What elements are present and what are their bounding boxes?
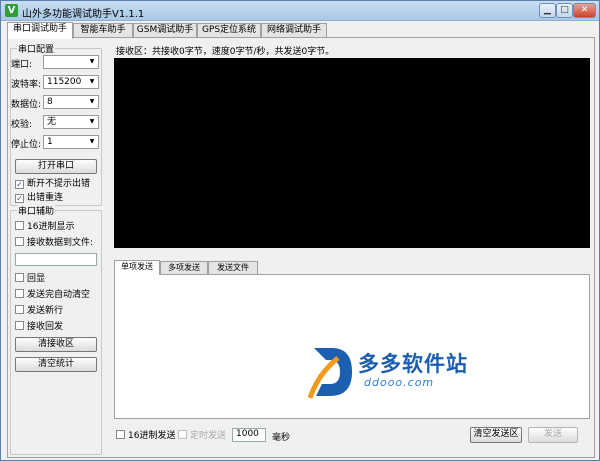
port-label: 端口: bbox=[11, 60, 33, 70]
send-button[interactable]: 发送 bbox=[528, 427, 578, 443]
hex-send-checkbox[interactable]: 16进制发送 bbox=[116, 430, 175, 442]
baud-select[interactable]: 115200 ▼ bbox=[43, 75, 99, 89]
auto-clear-checkbox[interactable]: 发送完自动清空 bbox=[15, 289, 90, 301]
checkbox-icon bbox=[116, 430, 125, 439]
port-select[interactable]: ▼ bbox=[43, 55, 99, 69]
serial-config-title: 串口配置 bbox=[17, 42, 56, 55]
clear-tx-button[interactable]: 清空发送区 bbox=[470, 427, 522, 443]
maximize-icon: □ bbox=[560, 5, 569, 15]
watermark-url: ddooo.com bbox=[364, 376, 435, 389]
title-bar: V 山外多功能调试助手V1.1.1 ▁ □ ✕ bbox=[1, 1, 599, 21]
tab-send-file[interactable]: 发送文件 bbox=[208, 261, 258, 274]
clear-rx-button[interactable]: 清接收区 bbox=[15, 337, 97, 352]
databits-select[interactable]: 8 ▼ bbox=[43, 95, 99, 109]
close-icon: ✕ bbox=[580, 5, 589, 15]
chevron-down-icon: ▼ bbox=[89, 118, 95, 125]
maximize-button[interactable]: □ bbox=[556, 3, 573, 18]
tab-single-send[interactable]: 单项发送 bbox=[114, 260, 160, 275]
watermark-text: 多多软件站 bbox=[358, 352, 468, 376]
checkbox-icon bbox=[178, 430, 187, 439]
no-error-prompt-checkbox[interactable]: ✓ 断开不提示出错 bbox=[15, 179, 90, 191]
serial-aux-group: 串口辅助 16进制显示 接收数据到文件: 回显 发送完自动清空 发送新行 接收回… bbox=[10, 204, 102, 455]
parity-value: 无 bbox=[47, 117, 57, 127]
tab-serial-debug[interactable]: 串口调试助手 bbox=[7, 22, 73, 39]
stopbits-value: 1 bbox=[47, 137, 53, 147]
checkbox-icon bbox=[15, 221, 24, 230]
serial-aux-title: 串口辅助 bbox=[17, 204, 56, 217]
clear-stats-button[interactable]: 清空统计 bbox=[15, 357, 97, 372]
stopbits-label: 停止位: bbox=[11, 140, 42, 150]
ddooo-logo-icon bbox=[308, 348, 352, 399]
echo-label: 回显 bbox=[27, 274, 46, 284]
open-port-button[interactable]: 打开串口 bbox=[15, 159, 97, 174]
parity-label: 校验: bbox=[11, 120, 33, 130]
app-window: V 山外多功能调试助手V1.1.1 ▁ □ ✕ 串口调试助手 智能车助手 GSM… bbox=[0, 0, 600, 461]
check-icon: ✓ bbox=[15, 194, 24, 203]
checkbox-icon bbox=[15, 273, 24, 282]
checkbox-icon bbox=[15, 237, 24, 246]
receive-status: 接收区：共接收0字节，速度0字节/秒，共发送0字节。 bbox=[116, 47, 335, 57]
echo-checkbox[interactable]: 回显 bbox=[15, 273, 45, 285]
reconnect-label: 出错重连 bbox=[27, 193, 64, 203]
stopbits-select[interactable]: 1 ▼ bbox=[43, 135, 99, 149]
databits-value: 8 bbox=[47, 97, 53, 107]
no-error-prompt-label: 断开不提示出错 bbox=[27, 179, 91, 189]
hex-display-label: 16进制显示 bbox=[27, 222, 75, 232]
serial-config-group: 串口配置 端口: ▼ 波特率: 115200 ▼ 数据位: 8 ▼ 校验: 无 … bbox=[10, 42, 102, 206]
watermark-logo: 多多软件站 ddooo.com bbox=[308, 344, 548, 404]
minimize-button[interactable]: ▁ bbox=[539, 3, 556, 18]
tab-multi-send[interactable]: 多项发送 bbox=[160, 261, 208, 274]
parity-select[interactable]: 无 ▼ bbox=[43, 115, 99, 129]
window-title: 山外多功能调试助手V1.1.1 bbox=[22, 9, 145, 20]
checkbox-icon bbox=[15, 321, 24, 330]
tab-gps-system[interactable]: GPS定位系统 bbox=[197, 23, 261, 38]
save-to-file-label: 接收数据到文件: bbox=[27, 238, 94, 248]
timed-send-label: 定时发送 bbox=[190, 431, 227, 441]
file-path-input[interactable] bbox=[15, 253, 97, 266]
chevron-down-icon: ▼ bbox=[89, 78, 95, 85]
auto-clear-label: 发送完自动清空 bbox=[27, 290, 91, 300]
databits-label: 数据位: bbox=[11, 100, 42, 110]
minimize-icon: ▁ bbox=[544, 5, 551, 15]
interval-input[interactable]: 1000 bbox=[232, 428, 266, 442]
serial-debug-panel: 串口配置 端口: ▼ 波特率: 115200 ▼ 数据位: 8 ▼ 校验: 无 … bbox=[7, 37, 595, 458]
save-to-file-checkbox[interactable]: 接收数据到文件: bbox=[15, 237, 93, 249]
chevron-down-icon: ▼ bbox=[89, 58, 95, 65]
chevron-down-icon: ▼ bbox=[89, 138, 95, 145]
timed-send-checkbox[interactable]: 定时发送 bbox=[178, 430, 226, 442]
send-newline-label: 发送新行 bbox=[27, 306, 64, 316]
chevron-down-icon: ▼ bbox=[89, 98, 95, 105]
receive-area[interactable] bbox=[114, 58, 590, 248]
checkbox-icon bbox=[15, 305, 24, 314]
check-icon: ✓ bbox=[15, 180, 24, 189]
baud-label: 波特率: bbox=[11, 80, 42, 90]
baud-value: 115200 bbox=[47, 77, 82, 87]
checkbox-icon bbox=[15, 289, 24, 298]
close-button[interactable]: ✕ bbox=[573, 3, 596, 18]
receive-reply-label: 接收回发 bbox=[27, 322, 64, 332]
hex-display-checkbox[interactable]: 16进制显示 bbox=[15, 221, 74, 233]
tab-gsm-debug[interactable]: GSM调试助手 bbox=[133, 23, 197, 38]
receive-reply-checkbox[interactable]: 接收回发 bbox=[15, 321, 63, 333]
interval-unit: 毫秒 bbox=[272, 433, 291, 443]
app-icon: V bbox=[5, 4, 18, 17]
tab-smart-car[interactable]: 智能车助手 bbox=[73, 23, 133, 38]
send-newline-checkbox[interactable]: 发送新行 bbox=[15, 305, 63, 317]
hex-send-label: 16进制发送 bbox=[128, 431, 176, 441]
tab-network-debug[interactable]: 网络调试助手 bbox=[261, 23, 327, 38]
